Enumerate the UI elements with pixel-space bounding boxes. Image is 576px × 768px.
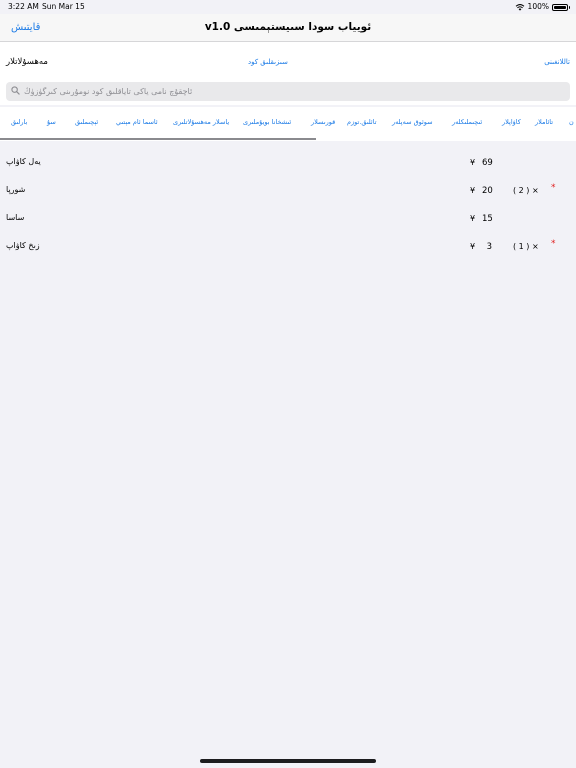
list-item[interactable]: يەل كاۋاپ ¥ 69 — [0, 148, 576, 176]
page-title: ئويياب سودا سىيستېمىسى v1.0 — [204, 21, 372, 33]
battery-percent: 100% — [527, 2, 549, 11]
products-label: مەھسۇلاتلار — [6, 57, 48, 67]
tab-beverages[interactable]: ئىچىملىكلەر — [452, 118, 482, 126]
tab-category-8[interactable]: تائلىق.توزم — [347, 118, 377, 126]
tab-kebabs[interactable]: كاۋاپلار — [502, 118, 521, 126]
tab-hanging-items[interactable]: ئاسما ئام مېتىي — [116, 118, 158, 126]
tab-meals[interactable]: تائاملار — [535, 118, 553, 126]
item-price: 20 — [482, 186, 493, 196]
required-star-icon: * — [551, 183, 556, 193]
item-price: 3 — [486, 242, 492, 252]
tab-drinks[interactable]: ئېچىملىق — [75, 118, 98, 126]
tab-all[interactable]: بارلىق — [11, 118, 27, 126]
tab-cold-dishes[interactable]: سوئوق سەپلەر — [392, 118, 433, 126]
item-currency: ¥ — [470, 242, 476, 251]
tab-category-7[interactable]: قورىسلار — [311, 118, 335, 126]
tab-overflow[interactable]: ن — [569, 118, 574, 126]
barcode-button[interactable]: سىزىقلىق كود — [248, 58, 288, 66]
item-currency: ¥ — [470, 186, 476, 195]
item-quantity: ( 1 ) × — [513, 242, 539, 251]
filter-row: مەھسۇلاتلار سىزىقلىق كود تاللانغىنى — [0, 42, 576, 82]
item-currency: ¥ — [470, 214, 476, 223]
item-price: 15 — [482, 214, 493, 224]
category-tabs: بارلىق سۇ ئېچىملىق ئاسما ئام مېتىي ياسلا… — [0, 107, 576, 141]
tab-office-supplies[interactable]: ئىشخانا بويۇملىرى — [243, 118, 291, 126]
item-name: ساسا — [6, 213, 25, 222]
search-box[interactable] — [6, 82, 570, 101]
item-name: زىخ كاۋاپ — [6, 241, 40, 250]
list-item[interactable]: زىخ كاۋاپ ¥ 3 ( 1 ) × * — [0, 232, 576, 260]
battery-icon — [552, 3, 570, 11]
list-item[interactable]: ساسا ¥ 15 — [0, 204, 576, 232]
required-star-icon: * — [551, 239, 556, 249]
search-bar — [0, 79, 576, 105]
item-name: يەل كاۋاپ — [6, 157, 41, 166]
status-time: 3:22 AM — [8, 2, 39, 11]
selected-button[interactable]: تاللانغىنى — [544, 58, 570, 66]
tab-water[interactable]: سۇ — [47, 118, 56, 126]
item-price: 69 — [482, 158, 493, 168]
navigation-bar: قايتىش ئويياب سودا سىيستېمىسى v1.0 — [0, 14, 576, 42]
item-name: شورپا — [6, 185, 26, 194]
home-indicator — [200, 759, 376, 763]
wifi-icon — [515, 4, 524, 11]
search-icon — [11, 86, 20, 95]
item-currency: ¥ — [470, 158, 476, 167]
status-bar: 3:22 AM Sun Mar 15 100% — [0, 0, 576, 14]
tab-selection-underline — [0, 138, 316, 140]
status-date: Sun Mar 15 — [42, 2, 85, 11]
tab-children-products[interactable]: ياسلار مەھسۇلاتلىرى — [173, 118, 229, 126]
item-quantity: ( 2 ) × — [513, 186, 539, 195]
status-right: 100% — [515, 0, 570, 14]
list-item[interactable]: شورپا ¥ 20 ( 2 ) × * — [0, 176, 576, 204]
search-input[interactable] — [24, 82, 564, 101]
